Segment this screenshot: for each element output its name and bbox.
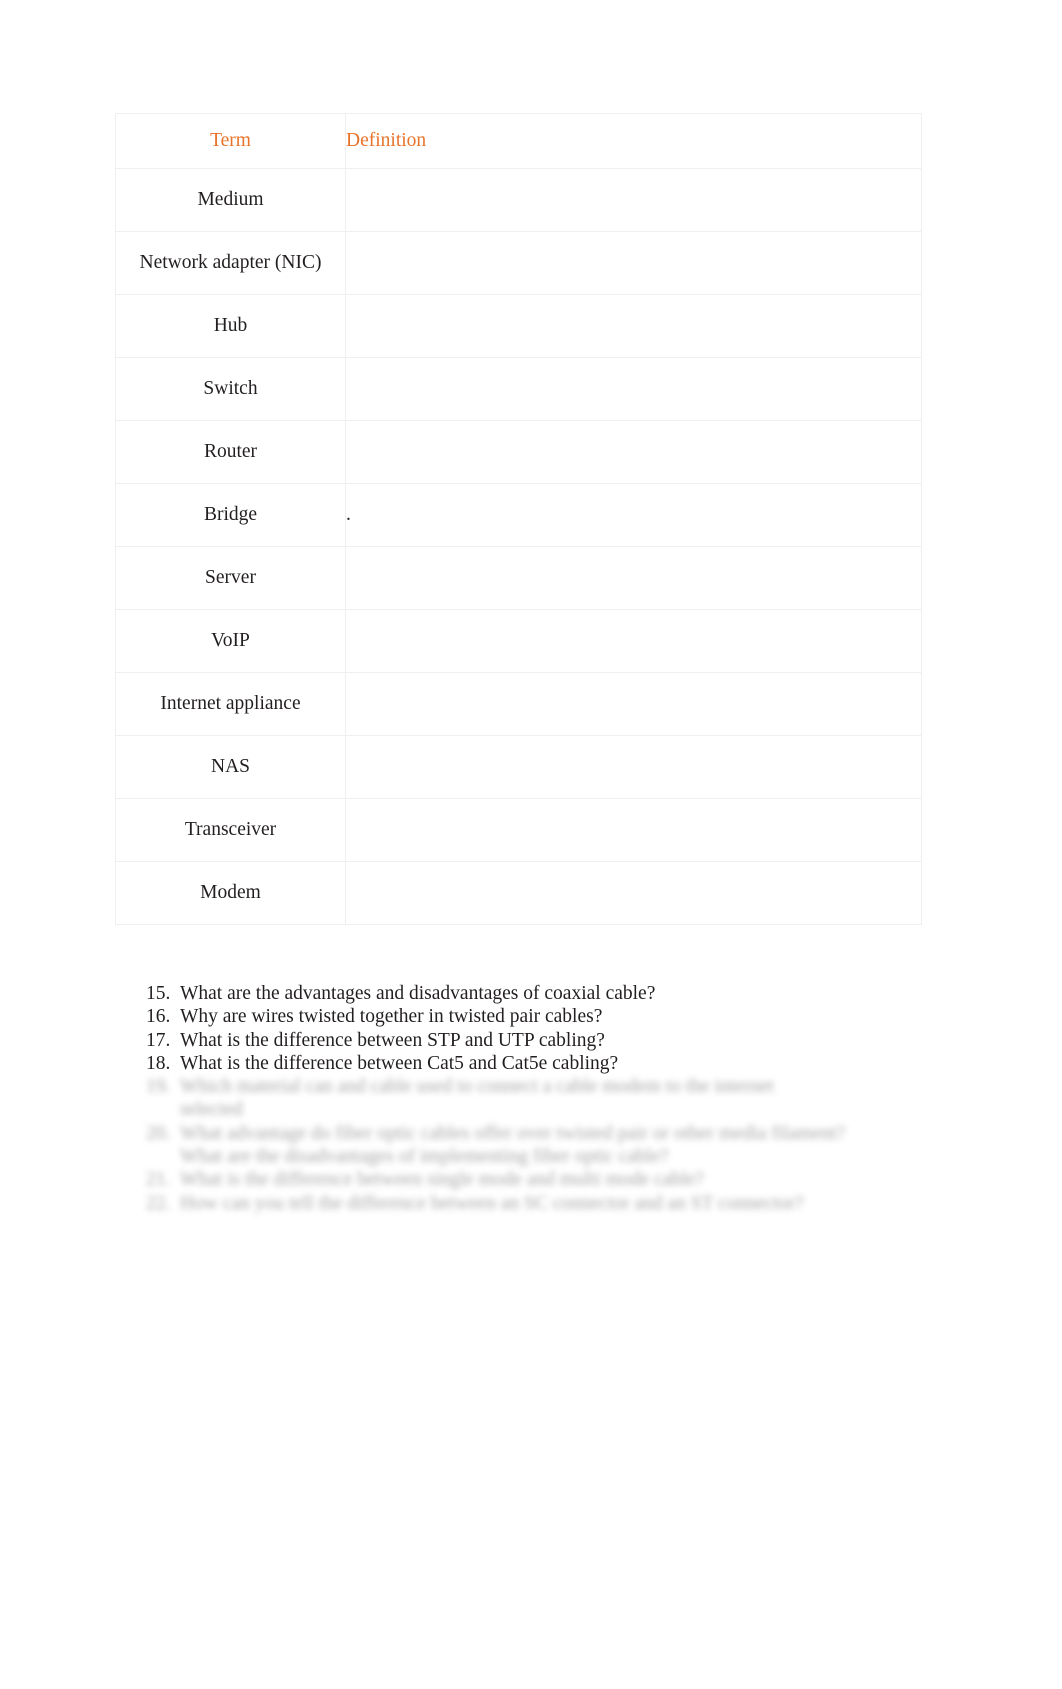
term-cell: Network adapter (NIC) xyxy=(115,231,346,295)
term-cell: Server xyxy=(115,546,346,610)
list-item-number: 18. xyxy=(146,1052,171,1074)
definition-cell[interactable] xyxy=(345,609,922,673)
definition-cell[interactable] xyxy=(345,861,922,925)
term-cell: Bridge xyxy=(115,483,346,547)
definition-cell[interactable] xyxy=(345,546,922,610)
definition-cell[interactable] xyxy=(345,735,922,799)
list-item-text: What is the difference between STP and U… xyxy=(180,1029,605,1051)
term-cell: Transceiver xyxy=(115,798,346,862)
list-item-number: 15. xyxy=(146,983,171,1004)
definition-cell[interactable] xyxy=(345,357,922,421)
list-item-blurred: 21. What is the difference between singl… xyxy=(146,1168,946,1191)
table-row: Network adapter (NIC) xyxy=(115,231,922,295)
table-row: Medium xyxy=(115,168,922,232)
column-header-definition: Definition xyxy=(345,113,922,169)
definition-cell[interactable] xyxy=(345,420,922,484)
list-item-number: 20. xyxy=(146,1122,171,1144)
term-cell: Hub xyxy=(115,294,346,358)
table-row: Hub xyxy=(115,294,922,358)
list-item-text: What is the difference between Cat5 and … xyxy=(180,1052,619,1074)
list-item-text: selected xyxy=(180,1099,243,1121)
term-cell: Modem xyxy=(115,861,346,925)
list-item: 18. What is the difference between Cat5 … xyxy=(146,1052,946,1075)
question-list: 15. What are the advantages and disadvan… xyxy=(146,982,946,1215)
list-item-text: Which material can and cable used to con… xyxy=(180,1076,774,1098)
list-item: 16. Why are wires twisted together in tw… xyxy=(146,1005,946,1028)
table-body: Medium Network adapter (NIC) Hub Switch … xyxy=(115,168,922,925)
list-item-number xyxy=(146,1098,180,1121)
list-item-text: What is the difference between single mo… xyxy=(180,1169,704,1191)
term-cell: VoIP xyxy=(115,609,346,673)
list-item-blurred: 19. Which material can and cable used to… xyxy=(146,1075,946,1098)
list-item-text: Why are wires twisted together in twiste… xyxy=(180,1006,603,1028)
definition-cell[interactable] xyxy=(345,672,922,736)
list-item-number: 22. xyxy=(146,1192,171,1214)
list-item-blurred-continuation: What are the disadvantages of implementi… xyxy=(146,1145,946,1168)
list-item-text: How can you tell the difference between … xyxy=(180,1192,804,1214)
definition-cell[interactable] xyxy=(345,231,922,295)
list-item-blurred: 22. How can you tell the difference betw… xyxy=(146,1192,946,1215)
term-cell: NAS xyxy=(115,735,346,799)
column-header-term: Term xyxy=(115,113,346,169)
term-cell: Medium xyxy=(115,168,346,232)
definition-cell[interactable] xyxy=(345,798,922,862)
list-item-text: What are the advantages and disadvantage… xyxy=(180,983,656,1004)
definition-cell[interactable]: . xyxy=(345,483,922,547)
table-row: Bridge . xyxy=(115,483,922,547)
list-item: 17. What is the difference between STP a… xyxy=(146,1029,946,1052)
table-row: Router xyxy=(115,420,922,484)
list-item-text: What are the disadvantages of implementi… xyxy=(180,1146,669,1168)
table-row: NAS xyxy=(115,735,922,799)
list-item-number: 16. xyxy=(146,1006,171,1028)
table-header-row: Term Definition xyxy=(115,113,922,169)
list-item: 15. What are the advantages and disadvan… xyxy=(146,982,946,1005)
term-cell: Internet appliance xyxy=(115,672,346,736)
vocabulary-table-container: Term Definition Medium Network adapter (… xyxy=(115,113,922,925)
table-row: Internet appliance xyxy=(115,672,922,736)
definition-cell[interactable] xyxy=(345,294,922,358)
definition-cell[interactable] xyxy=(345,168,922,232)
term-cell: Router xyxy=(115,420,346,484)
document-page: Term Definition Medium Network adapter (… xyxy=(0,0,1062,1689)
table-row: VoIP xyxy=(115,609,922,673)
list-item-text: What advantage do fiber optic cables off… xyxy=(180,1122,846,1144)
table-row: Transceiver xyxy=(115,798,922,862)
list-item-blurred-continuation: selected xyxy=(146,1098,946,1121)
vocabulary-table: Term Definition Medium Network adapter (… xyxy=(115,113,922,925)
term-cell: Switch xyxy=(115,357,346,421)
table-row: Server xyxy=(115,546,922,610)
list-item-blurred: 20. What advantage do fiber optic cables… xyxy=(146,1122,946,1145)
list-item-number: 21. xyxy=(146,1169,171,1191)
table-row: Modem xyxy=(115,861,922,925)
list-item-number xyxy=(146,1145,180,1168)
list-item-number: 19. xyxy=(146,1076,171,1098)
list-item-number: 17. xyxy=(146,1029,171,1051)
table-row: Switch xyxy=(115,357,922,421)
